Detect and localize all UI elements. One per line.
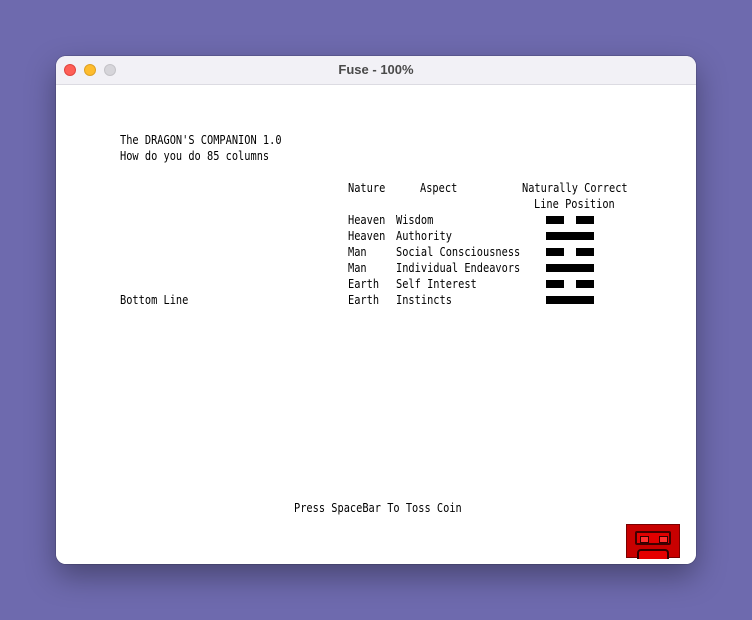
robot-eye (659, 536, 668, 543)
broken-line-segment (576, 248, 594, 256)
header-aspect: Aspect (420, 181, 458, 195)
broken-line-segment (576, 216, 594, 224)
header-line-position: Line Position (534, 197, 615, 211)
row-aspect: Authority (396, 229, 452, 243)
bottom-line-label: Bottom Line (120, 293, 189, 307)
fuse-window: Fuse - 100% The DRAGON'S COMPANION 1.0 H… (56, 56, 696, 564)
broken-line-segment (576, 280, 594, 288)
row-aspect: Wisdom (396, 213, 434, 227)
row-aspect: Self Interest (396, 277, 477, 291)
solid-line (546, 232, 594, 240)
broken-line-segment (546, 280, 564, 288)
row-nature: Heaven (348, 229, 386, 243)
solid-line (546, 264, 594, 272)
program-subtitle: How do you do 85 columns (120, 149, 270, 163)
row-nature: Earth (348, 277, 380, 291)
window-title: Fuse - 100% (338, 62, 414, 77)
row-aspect: Instincts (396, 293, 452, 307)
robot-eye (640, 536, 649, 543)
emulator-screen[interactable]: The DRAGON'S COMPANION 1.0 How do you do… (56, 85, 696, 564)
row-aspect: Social Consciousness (396, 245, 521, 259)
row-aspect: Individual Endeavors (396, 261, 521, 275)
header-naturally-correct: Naturally Correct (522, 181, 628, 195)
robot-body (637, 549, 669, 559)
row-nature: Heaven (348, 213, 386, 227)
row-nature: Earth (348, 293, 380, 307)
title-bar[interactable]: Fuse - 100% (56, 56, 696, 85)
row-nature: Man (348, 245, 367, 259)
toss-coin-prompt: Press SpaceBar To Toss Coin (294, 501, 462, 515)
broken-line-segment (546, 248, 564, 256)
red-robot-icon (626, 524, 680, 559)
program-title: The DRAGON'S COMPANION 1.0 (120, 133, 282, 147)
header-nature: Nature (348, 181, 386, 195)
solid-line (546, 296, 594, 304)
robot-face (635, 531, 671, 545)
broken-line-segment (546, 216, 564, 224)
row-nature: Man (348, 261, 367, 275)
